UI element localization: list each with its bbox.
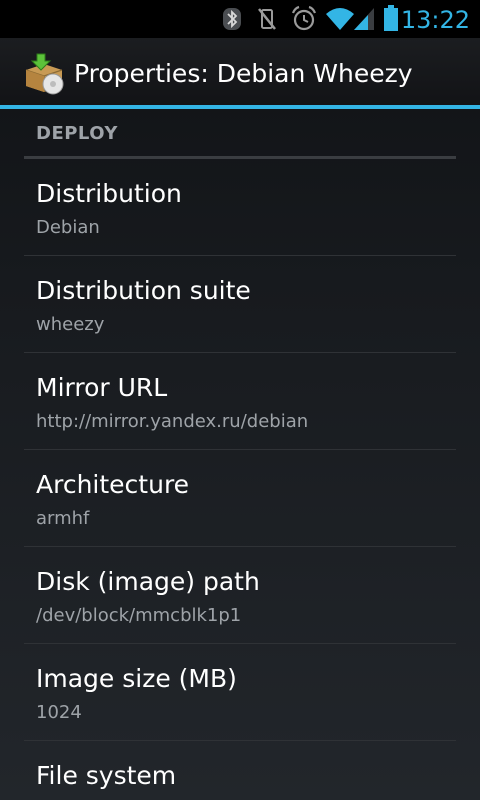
pref-title: Distribution	[36, 179, 182, 208]
status-bar: 13:22	[0, 0, 480, 38]
bluetooth-icon	[223, 8, 241, 30]
pref-summary: armhf	[36, 508, 90, 529]
battery-icon	[384, 5, 398, 31]
pref-distribution[interactable]: Distribution Debian	[24, 159, 456, 256]
pref-title: File system	[36, 761, 177, 790]
package-install-icon[interactable]	[22, 52, 66, 96]
alarm-icon	[291, 5, 317, 31]
pref-summary: wheezy	[36, 314, 105, 335]
section-header-deploy: DEPLOY	[24, 109, 456, 159]
status-time: 13:22	[400, 6, 470, 34]
signal-icon	[354, 8, 374, 30]
screen: 13:22 Properties: Debian Wheezy DEPLOY D…	[0, 0, 480, 800]
pref-mirror-url[interactable]: Mirror URL http://mirror.yandex.ru/debia…	[24, 353, 456, 450]
pref-summary: 1024	[36, 702, 82, 723]
vibrate-off-icon	[258, 8, 276, 30]
pref-disk-image-path[interactable]: Disk (image) path /dev/block/mmcblk1p1	[24, 547, 456, 644]
pref-image-size[interactable]: Image size (MB) 1024	[24, 644, 456, 741]
pref-title: Architecture	[36, 470, 190, 499]
pref-file-system[interactable]: File system	[24, 741, 456, 800]
pref-architecture[interactable]: Architecture armhf	[24, 450, 456, 547]
pref-title: Distribution suite	[36, 276, 251, 305]
section-header-label: DEPLOY	[36, 123, 118, 144]
pref-summary: Debian	[36, 217, 100, 238]
pref-title: Image size (MB)	[36, 664, 237, 693]
page-title: Properties: Debian Wheezy	[74, 59, 413, 88]
pref-summary: http://mirror.yandex.ru/debian	[36, 411, 309, 432]
pref-title: Mirror URL	[36, 373, 168, 402]
preference-list: DEPLOY Distribution Debian Distribution …	[0, 109, 480, 800]
pref-summary: /dev/block/mmcblk1p1	[36, 605, 242, 626]
pref-distribution-suite[interactable]: Distribution suite wheezy	[24, 256, 456, 353]
pref-title: Disk (image) path	[36, 567, 260, 596]
